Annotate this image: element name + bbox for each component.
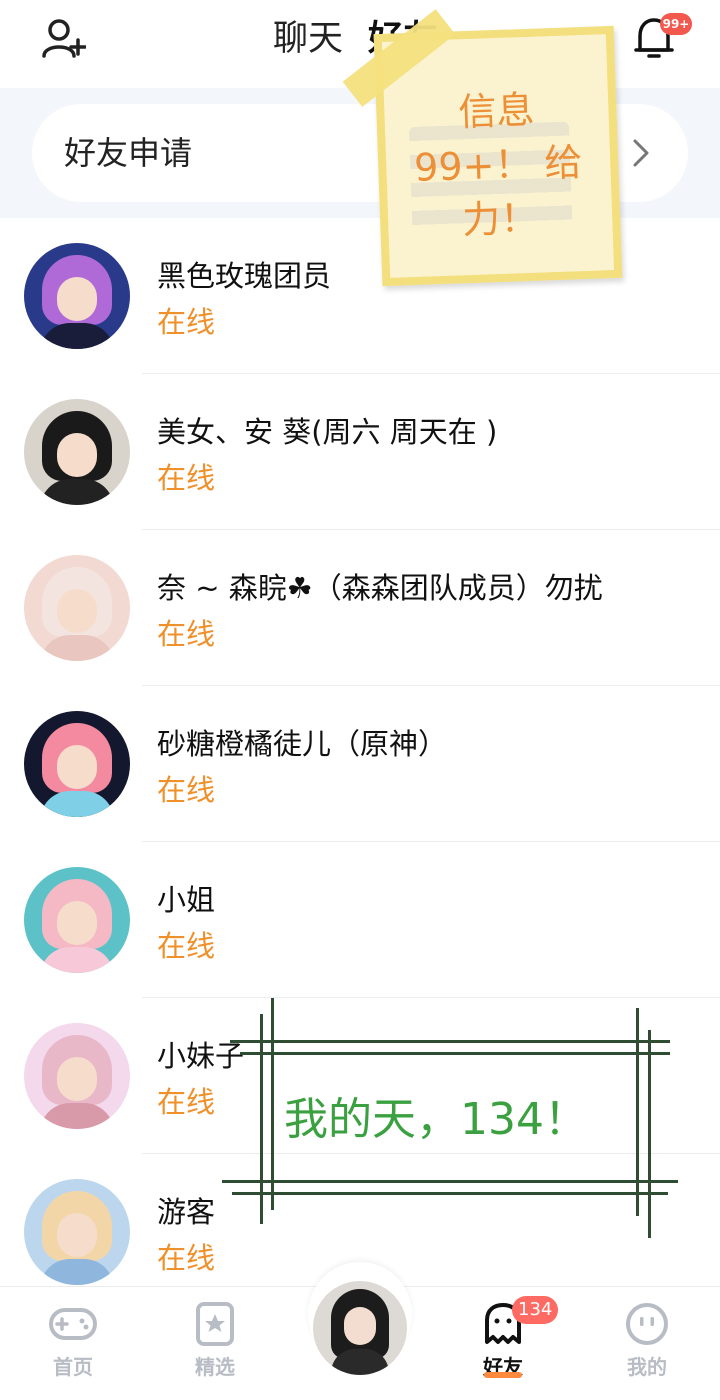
frame-line [232, 1192, 668, 1195]
friend-status: 在线 [157, 929, 216, 963]
person-add-icon[interactable] [40, 18, 86, 60]
sticky-note-text: 信息 99+！ 给 力！ [413, 87, 584, 243]
friend-name: 奈 ~ 森睆☘（森森团队成员）勿扰 [157, 571, 603, 605]
avatar[interactable] [24, 243, 130, 349]
notification-badge: 99+ [660, 13, 692, 35]
list-item[interactable]: 奈 ~ 森睆☘（森森团队成员）勿扰 在线 [0, 530, 720, 686]
list-item[interactable]: 砂糖橙橘徒儿（原神） 在线 [0, 686, 720, 842]
tab-featured[interactable]: 精选 [170, 1302, 260, 1380]
friend-status: 在线 [157, 305, 216, 339]
list-item[interactable]: 小姐 在线 [0, 842, 720, 998]
avatar[interactable] [24, 555, 130, 661]
gamepad-icon [49, 1308, 97, 1340]
smiley-icon [626, 1303, 668, 1345]
friend-name: 小姐 [157, 883, 216, 917]
friend-status: 在线 [157, 773, 216, 807]
frame-line [240, 1052, 670, 1055]
friend-status: 在线 [157, 1241, 216, 1275]
framed-annotation-text: 我的天，134！ [284, 1094, 588, 1145]
frame-line [636, 1008, 639, 1216]
frame-line [271, 998, 274, 1210]
avatar[interactable] [24, 711, 130, 817]
friend-name: 黑色玫瑰团员 [157, 259, 332, 293]
friends-count-badge: 134 [512, 1296, 559, 1324]
avatar[interactable] [24, 1023, 130, 1129]
tab-chat[interactable]: 聊天 [273, 16, 343, 62]
friend-status: 在线 [157, 1085, 216, 1119]
friend-status: 在线 [157, 461, 216, 495]
tab-me[interactable]: 我的 [602, 1302, 692, 1380]
active-tab-indicator [484, 1372, 522, 1378]
avatar[interactable] [24, 1179, 130, 1285]
star-card-icon [196, 1302, 234, 1346]
frame-line [648, 1030, 651, 1238]
avatar[interactable] [24, 867, 130, 973]
friend-name: 美女、安 葵(周六 周天在 ) [157, 415, 498, 449]
friend-status: 在线 [157, 617, 216, 651]
avatar[interactable] [24, 399, 130, 505]
chevron-right-icon[interactable] [626, 136, 656, 170]
list-item[interactable]: 美女、安 葵(周六 周天在 ) 在线 [0, 374, 720, 530]
tab-featured-label: 精选 [195, 1355, 235, 1379]
friend-name: 游客 [157, 1195, 216, 1229]
tab-home[interactable]: 首页 [28, 1302, 118, 1380]
frame-line [230, 1040, 670, 1043]
friend-name: 砂糖橙橘徒儿（原神） [157, 727, 448, 761]
tab-home-label: 首页 [53, 1355, 93, 1379]
friend-request-label: 好友申请 [64, 134, 193, 172]
user-avatar-button[interactable] [313, 1281, 407, 1375]
frame-line [222, 1180, 678, 1183]
frame-line [260, 1014, 263, 1224]
tab-me-label: 我的 [627, 1355, 667, 1379]
